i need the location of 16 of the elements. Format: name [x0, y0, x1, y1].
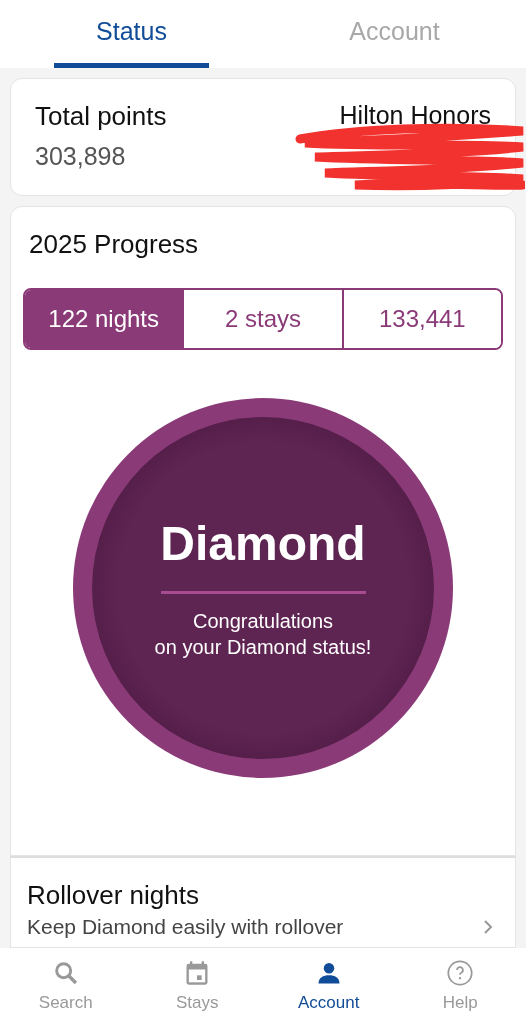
rollover-title: Rollover nights	[27, 880, 200, 911]
tier-name: Diamond	[160, 515, 366, 571]
nav-item[interactable]: Account	[263, 948, 395, 1024]
card-title: Total points	[35, 101, 167, 132]
points-value: 303,898	[35, 142, 127, 171]
congrats-text: Congratulations	[192, 608, 334, 634]
chevron-right-icon	[483, 919, 493, 935]
tab[interactable]: Status	[54, 0, 209, 68]
rollover-card[interactable]: Rollover nights Keep Diamond easily with rollover	[10, 856, 516, 948]
help-icon	[446, 959, 475, 987]
segment-tab[interactable]: 122 nights	[25, 290, 183, 348]
congrats-text: on your Diamond status!	[154, 634, 372, 660]
rollover-subtitle: Keep Diamond easily with rollover	[27, 915, 344, 939]
card-title: 2025 Progress	[29, 229, 200, 260]
segment-tab[interactable]: 133,441	[341, 290, 501, 348]
program-name: Hilton Honors	[339, 101, 491, 130]
